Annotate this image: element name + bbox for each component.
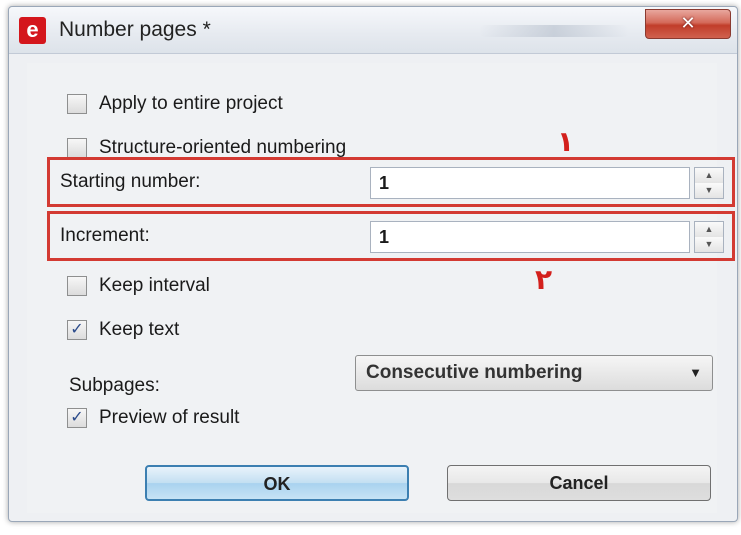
- keep-text-label: Keep text: [99, 319, 180, 340]
- annotation-marker-1: ۱: [557, 126, 575, 157]
- increment-row: Increment: 1 ▲ ▼: [47, 211, 735, 261]
- starting-number-label: Starting number:: [60, 171, 201, 192]
- cancel-button[interactable]: Cancel: [447, 465, 711, 501]
- starting-number-row: Starting number: 1 ▲ ▼: [47, 157, 735, 207]
- app-logo-icon: e: [19, 17, 46, 44]
- apply-entire-project-label: Apply to entire project: [99, 93, 283, 114]
- number-pages-dialog: e Number pages * ✕ Apply to entire proje…: [8, 6, 738, 522]
- title-bar-blur: [479, 25, 629, 37]
- increment-spinner[interactable]: ▲ ▼: [694, 221, 724, 253]
- subpages-label: Subpages:: [69, 375, 160, 396]
- increment-label: Increment:: [60, 225, 150, 246]
- preview-result-checkbox[interactable]: ✓: [67, 408, 87, 428]
- spin-up-icon[interactable]: ▲: [695, 168, 723, 184]
- spin-up-icon[interactable]: ▲: [695, 222, 723, 238]
- keep-interval-checkbox[interactable]: [67, 276, 87, 296]
- keep-interval-label: Keep interval: [99, 275, 210, 296]
- chevron-down-icon[interactable]: ▼: [689, 365, 702, 380]
- subpages-selected-value: Consecutive numbering: [366, 362, 583, 383]
- spin-down-icon[interactable]: ▼: [695, 237, 723, 252]
- apply-entire-project-checkbox[interactable]: [67, 94, 87, 114]
- starting-number-input[interactable]: 1: [370, 167, 690, 199]
- ok-button[interactable]: OK: [145, 465, 409, 501]
- starting-number-spinner[interactable]: ▲ ▼: [694, 167, 724, 199]
- close-button[interactable]: ✕: [645, 9, 731, 39]
- keep-text-checkbox[interactable]: ✓: [67, 320, 87, 340]
- dialog-body: Apply to entire project Structure-orient…: [27, 63, 735, 513]
- structure-oriented-checkbox[interactable]: [67, 138, 87, 158]
- spin-down-icon[interactable]: ▼: [695, 183, 723, 198]
- dialog-title: Number pages *: [59, 18, 211, 41]
- preview-result-label: Preview of result: [99, 407, 240, 428]
- subpages-select[interactable]: Consecutive numbering ▼: [355, 355, 713, 391]
- increment-input[interactable]: 1: [370, 221, 690, 253]
- annotation-marker-2: ۲: [535, 264, 553, 295]
- title-bar: e Number pages * ✕: [9, 7, 737, 54]
